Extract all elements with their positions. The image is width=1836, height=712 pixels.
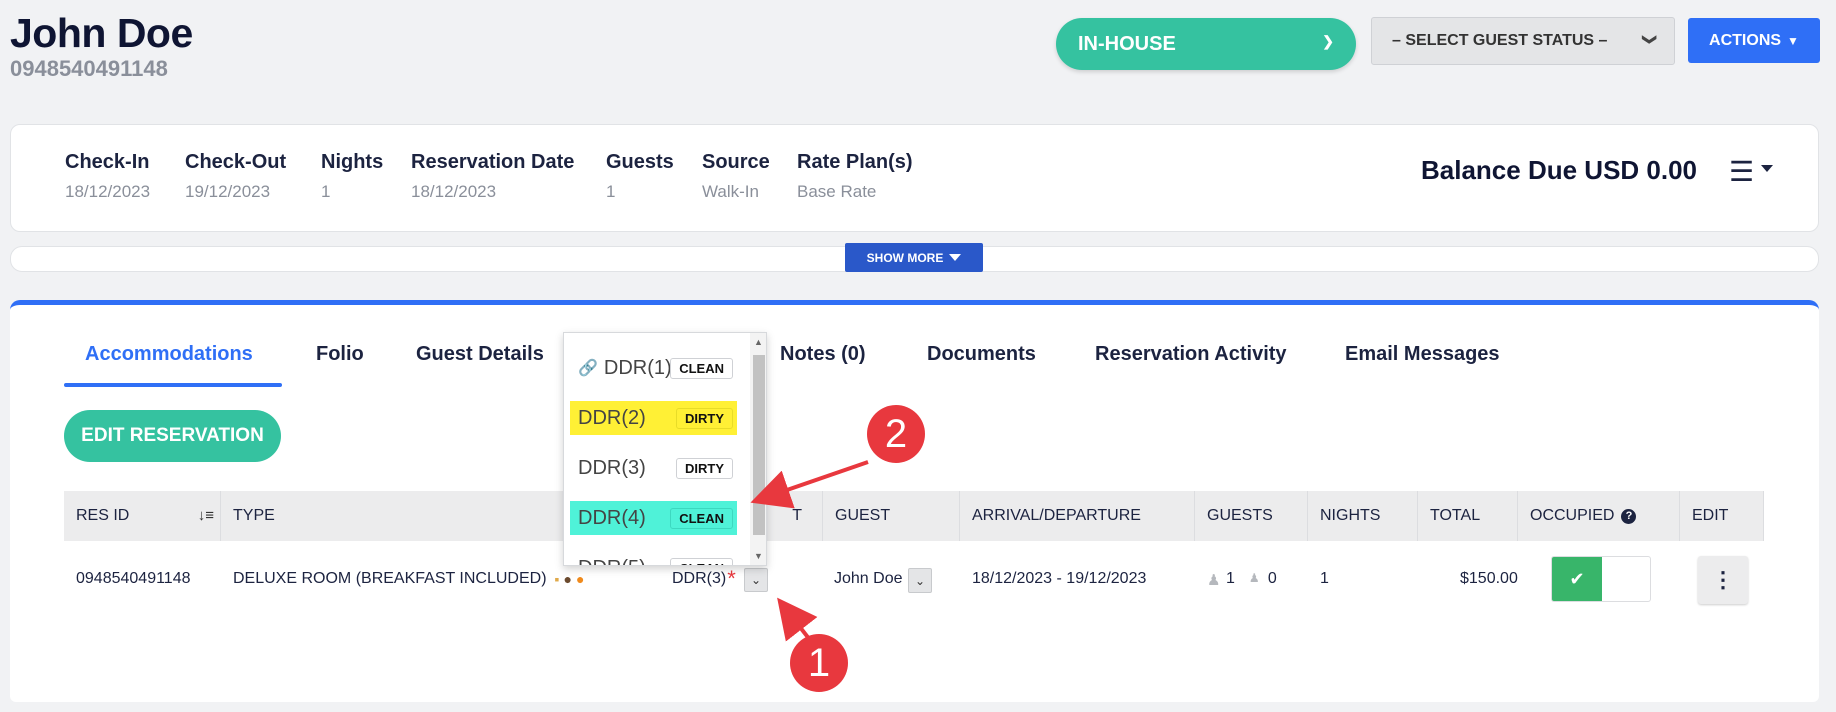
annotation-arrows xyxy=(750,460,869,642)
arrow-1 xyxy=(777,597,818,642)
callout-2: 2 xyxy=(867,405,925,463)
callout-1: 1 xyxy=(790,634,848,692)
arrow-2 xyxy=(750,460,869,509)
